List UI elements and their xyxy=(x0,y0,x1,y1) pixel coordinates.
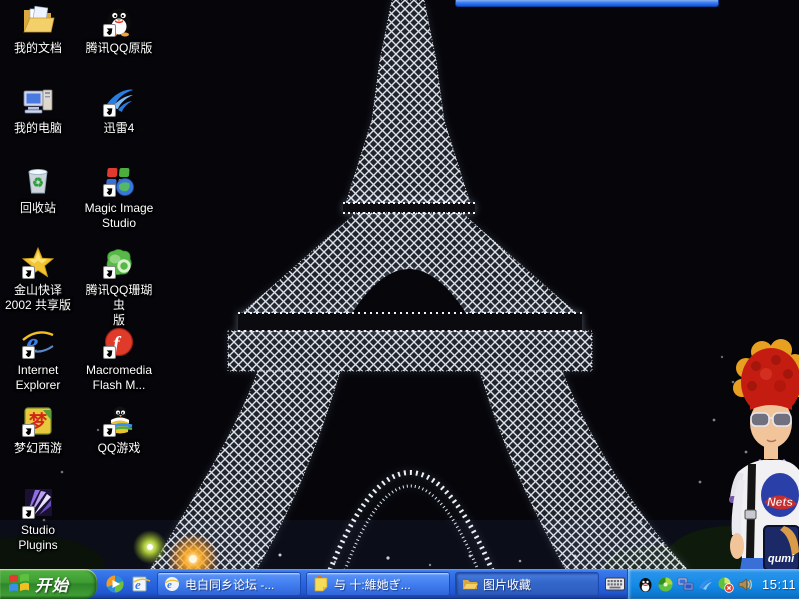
qq-games-icon xyxy=(102,404,136,438)
folder-icon xyxy=(462,576,478,592)
start-button[interactable]: 开始 xyxy=(0,569,97,599)
tray-clock[interactable]: 15:11 xyxy=(762,577,796,592)
thunder-bird-icon xyxy=(102,84,136,118)
recycle-bin-icon: ♻ xyxy=(21,164,55,198)
network-tray-icon[interactable] xyxy=(677,576,694,593)
shortcut-arrow-icon xyxy=(103,266,116,279)
desktop-icon-label: 梦幻西游 xyxy=(14,441,62,456)
kingsoft-sphere-tray-icon[interactable] xyxy=(657,576,674,593)
desktop-icon-label: 腾讯QQ珊瑚虫 版 xyxy=(81,283,157,328)
fantasy-westward-journey-icon: 梦 xyxy=(21,404,55,438)
desktop-icon-label: Macromedia Flash M... xyxy=(86,363,152,393)
media-player-icon[interactable] xyxy=(105,574,125,594)
desktop-icon-label: 我的电脑 xyxy=(14,121,62,136)
desktop-icon-label: 迅雷4 xyxy=(104,121,135,136)
avatar-hand xyxy=(730,533,744,559)
desktop-icon-thunder-4[interactable]: 迅雷4 xyxy=(81,84,157,136)
internet-explorer-quicklaunch-icon[interactable]: e xyxy=(131,574,151,594)
desktop-icon-label: 回收站 xyxy=(20,201,56,216)
internet-explorer-icon: e xyxy=(21,326,55,360)
desktop-icon-my-documents[interactable]: 我的文档 xyxy=(0,4,76,56)
coral-qq-icon xyxy=(102,246,136,280)
shortcut-arrow-icon xyxy=(22,346,35,359)
taskbar-button-label: 与 十:維她ぎ... xyxy=(334,576,411,593)
taskbar: 开始 e e 电白同乡论坛 -... xyxy=(0,569,799,599)
desktop-icon-label: 我的文档 xyxy=(14,41,62,56)
avatar-shirt-logo: Nets xyxy=(761,473,799,517)
my-documents-icon xyxy=(21,4,55,38)
desktop-icon-my-computer[interactable]: 我的电脑 xyxy=(0,84,76,136)
windows-globe-icon xyxy=(102,164,136,198)
desktop-icon-studio-plugins[interactable]: Studio Plugins xyxy=(0,486,76,553)
shortcut-arrow-icon xyxy=(22,424,35,437)
flash-icon: f xyxy=(102,326,136,360)
shortcut-arrow-icon xyxy=(103,24,116,37)
thunder-tray-icon[interactable] xyxy=(697,576,714,593)
avatar-shirt-text: Nets xyxy=(767,495,793,509)
taskbar-button-chat[interactable]: 与 十:維她ぎ... xyxy=(306,572,450,596)
my-computer-icon xyxy=(21,84,55,118)
desktop-icon-label: Magic Image Studio xyxy=(85,201,154,231)
svg-text:♻: ♻ xyxy=(32,175,44,190)
windows-logo-icon xyxy=(8,574,30,594)
sticky-note-icon xyxy=(313,576,329,592)
avatar-badge-text: qumi xyxy=(768,553,795,565)
avatar-qumi-sign: qumi xyxy=(764,526,799,570)
desktop-icon-qq-games[interactable]: QQ游戏 xyxy=(81,404,157,456)
desktop-screen: 我的文档 腾讯QQ原版 我的电脑 迅 xyxy=(0,0,799,599)
assistant-tray-icon[interactable] xyxy=(717,576,734,593)
shortcut-arrow-icon xyxy=(22,266,35,279)
shortcut-arrow-icon xyxy=(103,346,116,359)
gold-star-icon xyxy=(21,246,55,280)
desktop-icon-tencent-qq-coral[interactable]: 腾讯QQ珊瑚虫 版 xyxy=(81,246,157,328)
desktop-icon-label: Studio Plugins xyxy=(18,523,57,553)
desktop-icon-magic-image-studio[interactable]: Magic Image Studio xyxy=(81,164,157,231)
volume-tray-icon[interactable] xyxy=(737,576,754,593)
desktop-icon-macromedia-flash[interactable]: f Macromedia Flash M... xyxy=(81,326,157,393)
qq-tray-icon[interactable] xyxy=(637,576,654,593)
desktop-icon-label: Internet Explorer xyxy=(16,363,61,393)
desktop-icon-tencent-qq-original[interactable]: 腾讯QQ原版 xyxy=(81,4,157,56)
taskbar-button-pictures[interactable]: 图片收藏 xyxy=(455,572,599,596)
start-label: 开始 xyxy=(35,572,69,596)
desktop-icon-recycle-bin[interactable]: ♻ 回收站 xyxy=(0,164,76,216)
shortcut-arrow-icon xyxy=(103,184,116,197)
ime-keyboard-icon[interactable] xyxy=(603,573,627,595)
qq-show-avatar[interactable]: Nets qumi xyxy=(718,330,799,570)
taskbar-buttons: e 电白同乡论坛 -... 与 十:維她ぎ... 图片收藏 xyxy=(157,572,603,596)
shortcut-arrow-icon xyxy=(103,104,116,117)
quick-launch-bar: e xyxy=(97,574,157,594)
taskbar-button-label: 图片收藏 xyxy=(483,576,531,593)
internet-explorer-icon: e xyxy=(164,576,180,592)
qq-penguin-icon xyxy=(102,4,136,38)
desktop-icon-kingsoft-fasttrans[interactable]: 金山快译 2002 共享版 xyxy=(0,246,76,313)
desktop-icon-menghuan-xiyou[interactable]: 梦 梦幻西游 xyxy=(0,404,76,456)
shortcut-arrow-icon xyxy=(22,506,35,519)
desktop-icon-label: 腾讯QQ原版 xyxy=(86,41,153,56)
taskbar-button-label: 电白同乡论坛 -... xyxy=(185,576,274,593)
desktop-icon-label: QQ游戏 xyxy=(98,441,141,456)
shortcut-arrow-icon xyxy=(103,424,116,437)
taskbar-button-forum[interactable]: e 电白同乡论坛 -... xyxy=(157,572,301,596)
offscreen-window-titlebar[interactable] xyxy=(455,0,719,7)
desktop-icon-label: 金山快译 2002 共享版 xyxy=(5,283,71,313)
system-tray: 15:11 xyxy=(627,569,799,599)
studio-plugins-icon xyxy=(21,486,55,520)
desktop-icon-internet-explorer[interactable]: e Internet Explorer xyxy=(0,326,76,393)
